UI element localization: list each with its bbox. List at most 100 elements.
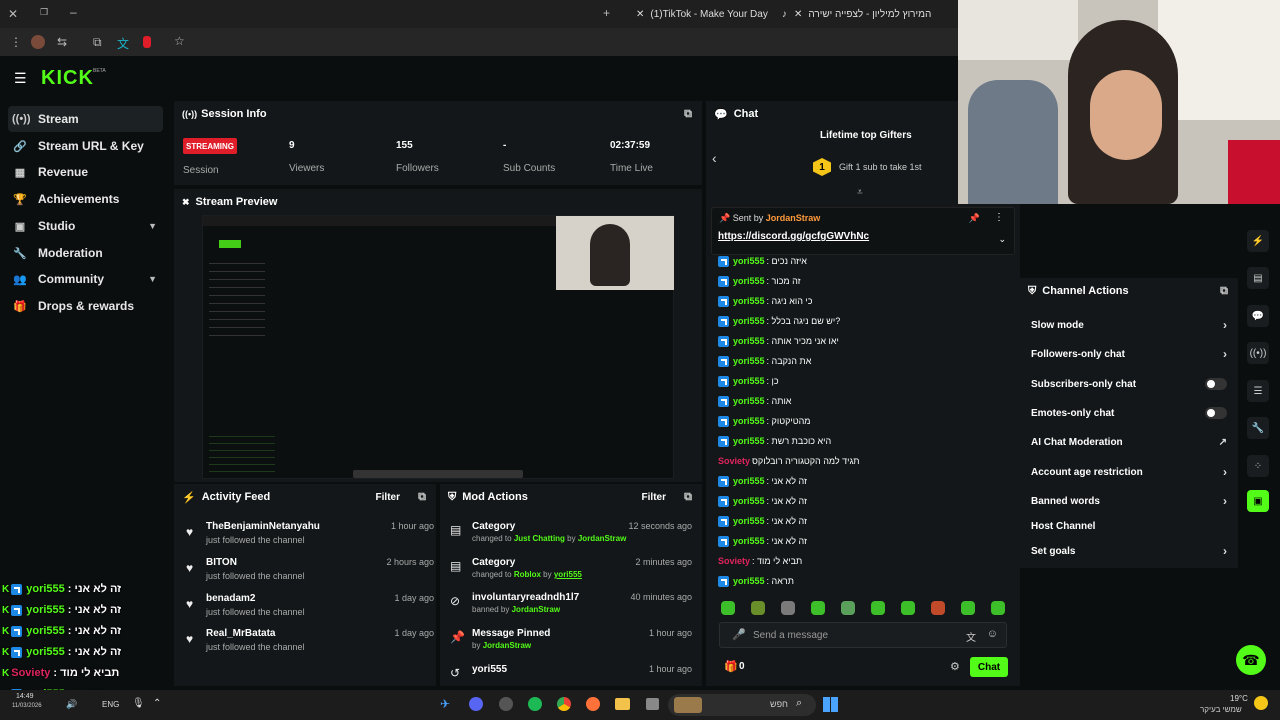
mod-action-title[interactable]: involuntaryreadndh1l7	[472, 592, 579, 603]
chat-username[interactable]: yori555	[733, 516, 765, 526]
popout-icon[interactable]: ⧉	[684, 491, 692, 504]
menu-dots-icon[interactable]: ⋮	[10, 35, 22, 49]
chat-username[interactable]: yori555	[733, 496, 765, 506]
activity-name[interactable]: Real_MrBatata	[206, 628, 275, 639]
emoji-icon[interactable]: ☺	[987, 628, 998, 640]
sidebar-item-moderation[interactable]: 🔧 Moderation	[8, 240, 163, 266]
apps-icon[interactable]: ⁘	[1247, 455, 1269, 477]
app-icon[interactable]: ✈	[440, 697, 450, 711]
sidebar-item-community[interactable]: 👥 Community ▼	[8, 266, 163, 292]
mod-user[interactable]: JordanStraw	[483, 641, 531, 650]
slow-mode-row[interactable]: Slow mode ›	[1031, 315, 1227, 335]
chat-username[interactable]: yori555	[733, 256, 765, 266]
bolt-icon[interactable]: ⚡	[1247, 230, 1269, 252]
sidebar-item-stream-url[interactable]: 🔗 Stream URL & Key	[8, 133, 163, 159]
extension-icon[interactable]: ⇆	[57, 35, 67, 49]
panel-icon[interactable]: ▣	[1247, 490, 1269, 512]
chat-username[interactable]: yori555	[733, 376, 765, 386]
hamburger-icon[interactable]: ☰	[14, 70, 27, 87]
sidebar-item-achievements[interactable]: 🏆 Achievements	[8, 186, 163, 212]
pinned-link[interactable]: https://discord.gg/gcfgGWVhNc	[718, 231, 869, 242]
emote-icon[interactable]	[961, 601, 975, 615]
sidebar-item-stream[interactable]: ((•)) Stream	[8, 106, 163, 132]
host-channel-row[interactable]: Host Channel	[1031, 516, 1227, 536]
emotes-only-toggle[interactable]	[1205, 407, 1227, 419]
chevron-left-icon[interactable]: ‹	[712, 150, 717, 166]
record-icon[interactable]	[143, 36, 151, 48]
stream-preview-video[interactable]	[202, 215, 675, 479]
restore-icon[interactable]: ❐	[40, 7, 48, 18]
followers-only-row[interactable]: Followers-only chat ›	[1031, 344, 1227, 364]
chat-username[interactable]: Soviety	[718, 456, 750, 466]
volume-icon[interactable]: 🔊	[66, 699, 77, 710]
mod-action-title[interactable]: yori555	[472, 664, 507, 675]
emote-icon[interactable]	[721, 601, 735, 615]
chat-username[interactable]: Soviety	[718, 556, 750, 566]
close-icon[interactable]: ✕	[794, 9, 802, 20]
set-goals-row[interactable]: Set goals ›	[1031, 541, 1227, 561]
chat-username[interactable]: yori555	[733, 476, 765, 486]
account-age-row[interactable]: Account age restriction ›	[1031, 462, 1227, 482]
collapse-icon[interactable]: ⩡	[857, 187, 863, 198]
taskview-icon[interactable]	[646, 698, 659, 710]
translate-icon[interactable]: 文	[966, 629, 976, 644]
taskbar-search[interactable]: חפש ⌕	[668, 694, 816, 716]
close-icon[interactable]: ✕	[8, 7, 18, 21]
emote-icon[interactable]	[781, 601, 795, 615]
chat-username[interactable]: yori555	[733, 356, 765, 366]
star-icon[interactable]: ☆	[174, 34, 185, 48]
chat-input[interactable]: 🎤 Send a message 文 ☺	[719, 622, 1007, 648]
popout-icon[interactable]: ⧉	[1220, 285, 1228, 298]
notes-icon[interactable]: ▤	[1247, 267, 1269, 289]
chat-username[interactable]: yori555	[733, 296, 765, 306]
chat-username[interactable]: yori555	[733, 416, 765, 426]
unpin-icon[interactable]: 📌	[969, 213, 980, 224]
chat-username[interactable]: yori555	[733, 396, 765, 406]
translate-icon[interactable]: 文	[117, 35, 129, 52]
mod-user[interactable]: yori555	[554, 570, 582, 579]
profile-avatar[interactable]	[31, 35, 45, 49]
broadcast-icon[interactable]: ((•))	[1247, 342, 1269, 364]
screenshot-icon[interactable]: ⧉	[93, 35, 102, 50]
emote-icon[interactable]	[991, 601, 1005, 615]
emote-icon[interactable]	[811, 601, 825, 615]
discord-icon[interactable]	[469, 697, 483, 711]
banned-words-row[interactable]: Banned words ›	[1031, 491, 1227, 511]
mic-icon[interactable]: 🎙	[132, 698, 145, 709]
activity-name[interactable]: TheBenjaminNetanyahu	[206, 521, 320, 532]
chat-username[interactable]: yori555	[733, 336, 765, 346]
tab-tiktok[interactable]: ✕ (1)TikTok - Make Your Day ♪	[628, 0, 798, 28]
subscribers-only-toggle[interactable]	[1205, 378, 1227, 390]
wrench-icon[interactable]: 🔧	[1247, 417, 1269, 439]
emote-icon[interactable]	[841, 601, 855, 615]
obs-icon[interactable]	[499, 697, 513, 711]
mod-user[interactable]: JordanStraw	[578, 534, 626, 543]
emote-icon[interactable]	[751, 601, 765, 615]
list-icon[interactable]: ☰	[1247, 380, 1269, 402]
close-icon[interactable]: ✕	[636, 9, 644, 20]
chat-icon[interactable]: 💬	[1247, 305, 1269, 327]
mod-user[interactable]: JordanStraw	[512, 605, 560, 614]
pinned-user[interactable]: JordanStraw	[766, 213, 821, 223]
ai-moderation-row[interactable]: AI Chat Moderation ↗	[1031, 432, 1227, 452]
minimize-icon[interactable]: –	[70, 5, 77, 19]
mic-icon[interactable]: 🎤	[732, 628, 746, 641]
language-indicator[interactable]: ENG	[102, 700, 119, 709]
tab-race[interactable]: ✕ המירוץ למיליון - לצפייה ישירה	[786, 0, 956, 28]
chat-username[interactable]: yori555	[733, 316, 765, 326]
folder-icon[interactable]	[615, 698, 630, 710]
chevron-up-icon[interactable]: ⌃	[153, 698, 161, 709]
more-icon[interactable]: ⋮	[994, 212, 1004, 223]
settings-icon[interactable]: ⚙	[950, 660, 960, 673]
chat-username[interactable]: yori555	[733, 436, 765, 446]
spotify-icon[interactable]	[528, 697, 542, 711]
popout-icon[interactable]: ⧉	[684, 108, 692, 121]
sidebar-item-revenue[interactable]: ▦ Revenue	[8, 159, 163, 185]
help-button[interactable]: ☎	[1236, 645, 1266, 675]
chat-username[interactable]: yori555	[733, 276, 765, 286]
kick-logo[interactable]: KICK	[41, 67, 94, 90]
chat-username[interactable]: yori555	[733, 576, 765, 586]
emote-icon[interactable]	[931, 601, 945, 615]
emote-icon[interactable]	[871, 601, 885, 615]
firefox-icon[interactable]	[586, 697, 600, 711]
